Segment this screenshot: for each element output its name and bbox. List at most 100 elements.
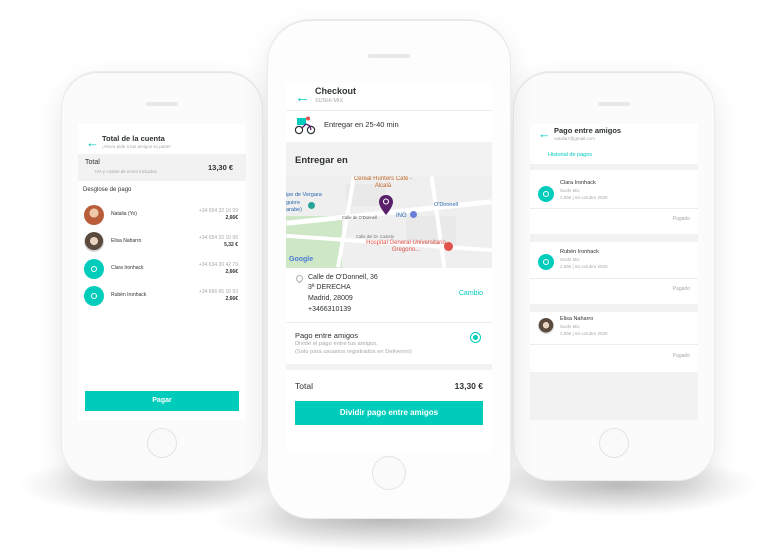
split-option-title: Pago entre amigos [295,331,358,340]
person-phone: +34 634 20 42 73 [198,262,238,268]
payment-restaurant: Sushi Mix [560,324,580,329]
payment-name: Rubén Ironhack [560,249,599,255]
back-arrow-icon[interactable]: ← [295,90,310,105]
person-row[interactable]: Rubén Ironhack +34 666 65 10 93 2,66€ [78,285,246,309]
payment-status: Pagado [672,286,690,292]
photo-female-icon [84,205,104,225]
person-amount: 5,32 € [224,242,238,248]
bill-subtitle: ¡Ahora pide a tus amigos su parte! [102,144,171,149]
rider-icon [294,116,316,135]
map-label-ing: ING [396,213,407,219]
map-label-vergara: ipe de Vergara [286,192,322,198]
person-name: Rubén Ironhack [111,292,147,298]
payment-name: Clara Ironhack [560,180,596,186]
split-payment-button[interactable]: Dividir pago entre amigos [295,401,483,425]
section-gap [286,364,492,370]
deliver-heading: Entregar en [295,155,348,166]
person-name: Natalia (Yo) [111,211,137,217]
phone-right-speaker [598,102,630,106]
payment-card[interactable]: Rubén Ironhack Sushi Mix 2,66€ | 04 octu… [530,242,698,304]
user-icon [84,259,104,279]
payment-detail: 2,66€ | 04 octubre 2020 [560,264,608,269]
map-label-hospital: Hospital General Universitario Gregorio.… [366,240,446,253]
payment-card[interactable]: Elisa Naharro Sushi Mix 2,66€ | 04 octub… [530,312,698,372]
person-amount: 2,66€ [225,296,238,302]
payments-title: Pago entre amigos [554,126,622,135]
phone-left-speaker [146,102,178,106]
pay-button[interactable]: Pagar [85,391,239,411]
user-email: natalia7@gmail.com [554,136,595,141]
radio-dot [473,335,478,340]
payment-restaurant: Sushi Mix [560,188,580,193]
map-label-google: Google [289,256,314,263]
person-row[interactable]: Natalia (Yo) +34 654 32 10 99 2,66€ [78,204,246,228]
breakdown-label: Desglose de pago [83,187,132,193]
person-phone: +34 654 32 10 99 [198,235,238,241]
person-phone: +34 666 65 10 93 [198,289,238,295]
total-label: Total [85,159,100,166]
card-gap [530,304,698,312]
person-row[interactable]: Clara Ironhack +34 634 20 42 73 2,66€ [78,258,246,282]
checkout-total-value: 13,30 € [454,381,483,391]
list-footer [530,372,698,420]
person-amount: 2,66€ [225,269,238,275]
payment-status: Pagado [672,216,690,222]
checkout-total-label: Total [295,381,313,391]
address-line-4: +3466310139 [308,306,352,313]
divider [286,110,492,111]
user-icon [538,254,554,270]
map-location-pin-icon [379,195,393,215]
address-line-2: 3ª DERECHA [308,284,351,291]
phone-left: ← Total de la cuenta ¡Ahora pide a tus a… [62,72,262,480]
payment-detail: 2,66€ | 04 octubre 2020 [560,195,608,200]
history-link[interactable]: Historial de pagos [548,152,592,158]
change-address-link[interactable]: Cambio [459,290,483,297]
address-line-1: Calle de O'Donnell, 36 [308,274,378,281]
checkout-title: Checkout [315,86,357,96]
person-name: Elisa Naharro [111,238,142,244]
map-pin-park-icon [308,202,315,209]
photo-female-2-icon [538,318,554,334]
mockup-stage: ← Total de la cuenta ¡Ahora pide a tus a… [0,0,772,551]
address-line-3: Madrid, 28009 [308,295,353,302]
phone-center: ← Checkout SUSHI MIX Entregar en 25-40 m… [268,20,510,518]
payment-card[interactable]: Clara Ironhack Sushi Mix 2,66€ | 04 octu… [530,170,698,234]
total-note: IVA y costes de envío incluidos [95,169,157,174]
split-option-desc-1: Divide el pago entre tus amigos. [295,341,378,347]
right-screen: ← Pago entre amigos natalia7@gmail.com H… [530,124,698,420]
divider [530,208,698,209]
center-screen: ← Checkout SUSHI MIX Entregar en 25-40 m… [286,82,492,452]
phone-right: ← Pago entre amigos natalia7@gmail.com H… [514,72,714,480]
map-label-odonnell-station: O'Donnell [434,202,458,208]
phone-right-home-button [599,428,629,458]
map-label-street: Calle de O'Donnell [342,215,377,220]
phone-left-home-button [147,428,177,458]
delivery-time: Entregar en 25-40 min [324,120,399,129]
split-option-radio[interactable] [470,332,481,343]
person-amount: 2,66€ [225,215,238,221]
map-pin-hospital-icon [444,242,453,251]
left-screen: ← Total de la cuenta ¡Ahora pide a tus a… [78,124,246,420]
map-label-cafe: Cereal Hunters Café - Alcalá [353,176,413,189]
payment-name: Elisa Naharro [560,316,594,322]
divider [530,344,698,345]
bill-title: Total de la cuenta [102,134,165,143]
payment-status: Pagado [672,353,690,359]
divider [286,322,492,323]
phone-center-home-button [372,456,406,490]
total-value: 13,30 € [208,163,234,172]
back-arrow-icon[interactable]: ← [538,127,551,140]
photo-female-2-icon [84,232,104,252]
phone-center-speaker [368,54,410,58]
payment-detail: 2,66€ | 04 octubre 2020 [560,331,608,336]
delivery-map[interactable]: Cereal Hunters Café - Alcalá ipe de Verg… [286,176,492,268]
person-row[interactable]: Elisa Naharro +34 654 32 10 99 5,32 € [78,231,246,255]
divider [530,278,698,279]
map-label-callejon: Calle del Dr. Castelo [356,234,395,239]
split-option-desc-2: (Solo para usuarios registrados en Deliv… [295,349,412,355]
person-phone: +34 654 32 10 99 [198,208,238,214]
checkout-subtitle: SUSHI MIX [315,98,344,104]
back-arrow-icon[interactable]: ← [86,136,99,149]
user-icon [538,186,554,202]
location-icon [294,273,305,284]
